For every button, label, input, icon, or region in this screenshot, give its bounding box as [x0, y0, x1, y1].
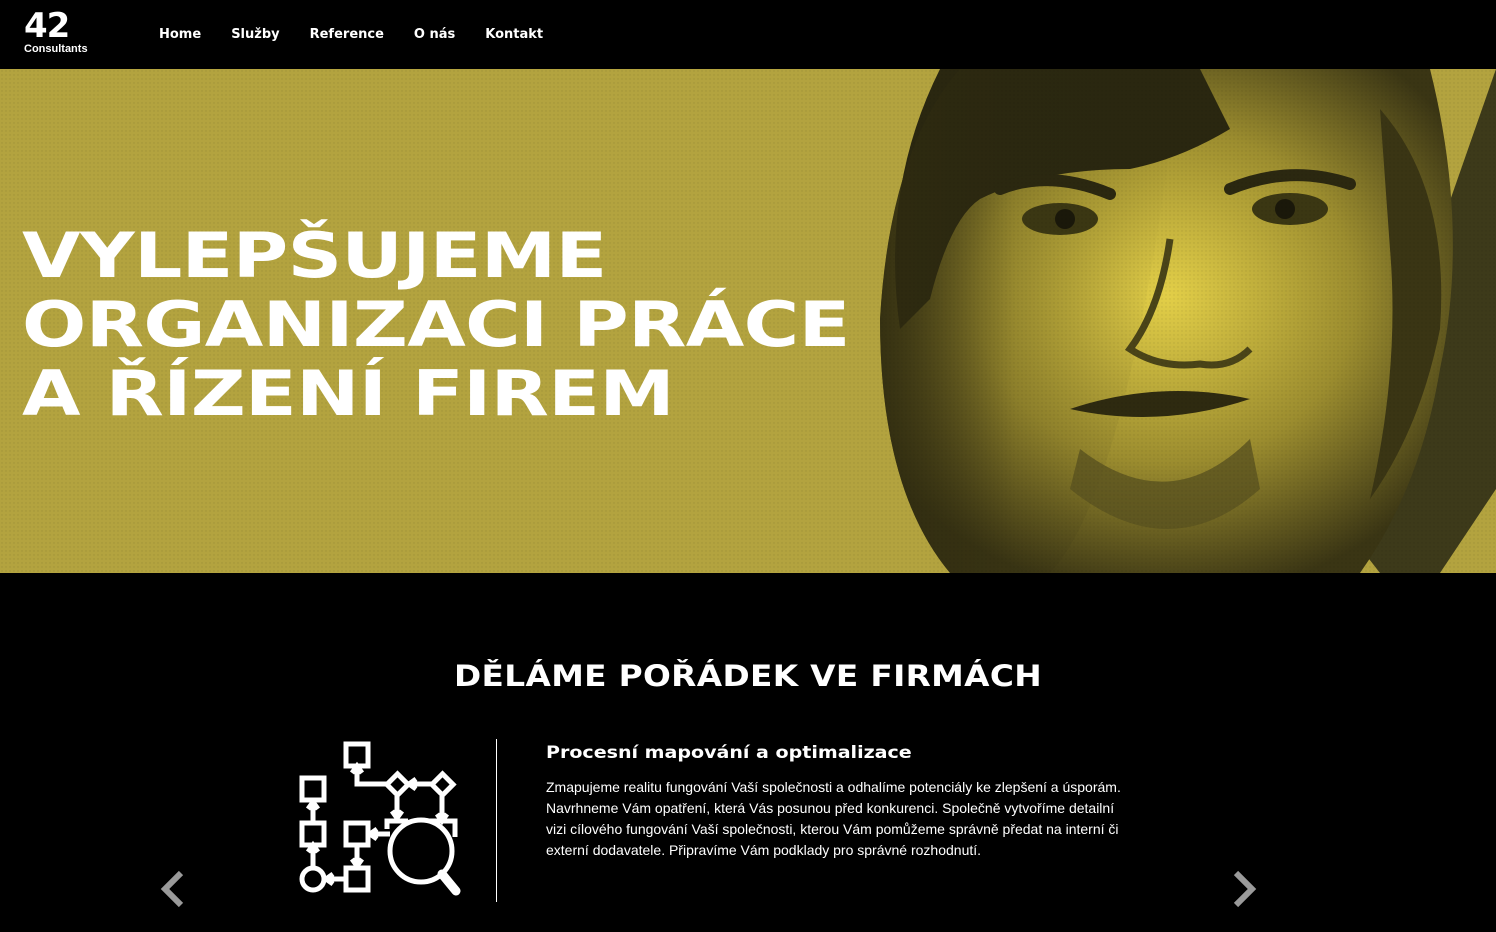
service-description: Zmapujeme realitu fungování Vaší společn…	[546, 779, 1121, 858]
services-section: DĚLÁME POŘÁDEK VE FIRMÁCH Procesní mapov…	[0, 573, 1496, 932]
hero-title: VYLEPŠUJEME ORGANIZACI PRÁCE A ŘÍZENÍ FI…	[22, 221, 974, 428]
nav-kontakt[interactable]: Kontakt	[485, 26, 543, 44]
hero-banner: VYLEPŠUJEME ORGANIZACI PRÁCE A ŘÍZENÍ FI…	[0, 69, 1496, 573]
nav-sluzby[interactable]: Služby	[231, 26, 279, 44]
services-section-title: DĚLÁME POŘÁDEK VE FIRMÁCH	[454, 659, 1042, 693]
main-nav: Home Služby Reference O nás Kontakt	[159, 26, 573, 44]
chevron-right-icon	[1233, 870, 1257, 908]
logo-number: 42	[24, 6, 70, 46]
hero-title-line-2: ORGANIZACI PRÁCE	[22, 288, 850, 361]
hero-title-line-3: A ŘÍZENÍ FIREM	[22, 357, 675, 430]
site-header: 42 Consultants Home Služby Reference O n…	[0, 0, 1496, 69]
logo[interactable]: 42 Consultants	[24, 8, 104, 56]
process-map-magnifier-icon	[299, 741, 461, 896]
chevron-left-icon	[160, 870, 184, 908]
carousel-prev-button[interactable]	[157, 869, 191, 909]
nav-reference[interactable]: Reference	[310, 26, 384, 44]
service-heading: Procesní mapování a optimalizace	[546, 743, 912, 763]
carousel-next-button[interactable]	[1226, 869, 1260, 909]
nav-home[interactable]: Home	[159, 26, 201, 44]
logo-text: Consultants	[24, 43, 88, 55]
service-divider	[496, 739, 497, 902]
hero-title-line-1: VYLEPŠUJEME	[22, 219, 607, 292]
nav-o-nas[interactable]: O nás	[414, 26, 455, 44]
